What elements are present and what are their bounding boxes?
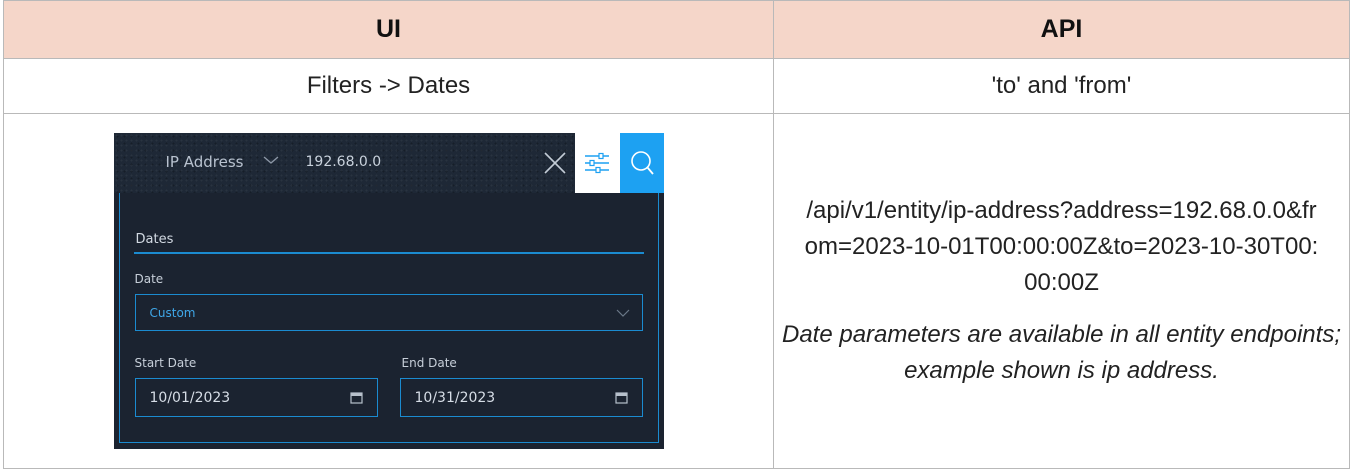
api-label-cell: 'to' and 'from' xyxy=(773,58,1350,114)
ui-screenshot-cell: IP Address 192.68.0.0 Dates Date Custom … xyxy=(3,113,774,469)
date-range-value: Custom xyxy=(149,306,196,320)
column-header-ui: UI xyxy=(3,0,774,59)
chevron-down-icon xyxy=(616,309,629,317)
close-icon[interactable] xyxy=(542,150,568,176)
end-date-input[interactable]: 10/31/2023 xyxy=(399,378,643,417)
chevron-down-icon[interactable] xyxy=(262,153,280,167)
column-header-api: API xyxy=(773,0,1350,59)
api-example-url: /api/v1/entity/ip-address?address=192.68… xyxy=(804,197,1319,296)
comparison-table: UI API Filters -> Dates 'to' and 'from' … xyxy=(3,0,1350,469)
filter-sliders-icon xyxy=(585,152,609,174)
label-row: Filters -> Dates 'to' and 'from' xyxy=(3,58,1350,114)
calendar-icon[interactable] xyxy=(349,392,363,404)
example-row: IP Address 192.68.0.0 Dates Date Custom … xyxy=(3,113,1350,469)
api-note: Date parameters are available in all ent… xyxy=(782,321,1341,384)
search-button[interactable] xyxy=(619,133,664,193)
search-filter-panel: IP Address 192.68.0.0 Dates Date Custom … xyxy=(113,133,664,449)
search-input[interactable]: 192.68.0.0 xyxy=(306,154,382,170)
header-row: UI API xyxy=(3,0,1350,59)
tab-dates[interactable]: Dates xyxy=(136,232,174,247)
end-date-label: End Date xyxy=(401,356,457,370)
start-date-label: Start Date xyxy=(134,356,197,370)
field-type-select[interactable]: IP Address xyxy=(166,153,244,171)
start-date-value: 10/01/2023 xyxy=(149,390,231,406)
ui-label-cell: Filters -> Dates xyxy=(3,58,774,114)
end-date-value: 10/31/2023 xyxy=(414,390,496,406)
calendar-icon[interactable] xyxy=(614,392,628,404)
date-range-select[interactable]: Custom xyxy=(134,294,643,331)
filter-button[interactable] xyxy=(574,133,620,193)
date-label: Date xyxy=(134,272,164,286)
search-icon xyxy=(630,151,654,175)
api-example-cell: /api/v1/entity/ip-address?address=192.68… xyxy=(773,113,1350,469)
tab-underline xyxy=(133,252,644,254)
start-date-input[interactable]: 10/01/2023 xyxy=(134,378,378,417)
